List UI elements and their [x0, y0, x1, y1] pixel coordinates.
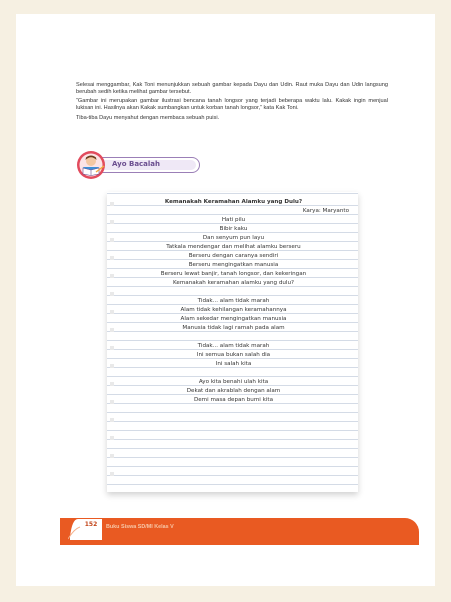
intro-paragraph: Tiba-tiba Dayu menyahut dengan membaca s… — [76, 114, 220, 121]
stanza-break — [117, 369, 350, 378]
poem-line: Manusia tidak lagi ramah pada alam — [182, 325, 285, 331]
poem-content: Kemanakah Keramahan Alamku yang Dulu? Ka… — [117, 198, 350, 405]
binder-holes — [110, 202, 114, 482]
badge-label: Ayo Bacalah — [112, 160, 161, 168]
poem-line: Berseru lewat banjir, tanah longsor, dan… — [160, 271, 307, 277]
poem-line: Ini salah kita — [215, 361, 252, 367]
section-badge: Ayo Bacalah — [76, 150, 206, 184]
footer-book-title: Buku Siswa SD/MI Kelas V — [106, 524, 174, 530]
poem-author: Karya: Maryanto — [302, 208, 349, 214]
stanza-break — [117, 333, 350, 342]
poem-line: Berseru dengan caranya sendiri — [188, 253, 279, 259]
stanza-break — [117, 288, 350, 297]
poem-line: Hati pilu — [221, 217, 246, 223]
poem-line: Dekat dan akrablah dengan alam — [186, 388, 281, 394]
poem-line: Alam tidak kehilangan keramahannya — [180, 307, 287, 313]
child-reading-book-icon — [77, 151, 105, 179]
footer-bar — [60, 518, 419, 545]
poem-line: Berseru mengingatkan manusia — [188, 262, 279, 268]
poem-line: Bibir kaku — [219, 226, 248, 232]
poem-line: Alam sekedar mengingatkan manusia — [180, 316, 287, 322]
poem-card: Kemanakah Keramahan Alamku yang Dulu? Ka… — [107, 192, 358, 492]
intro-text: Selesai menggambar, Kak Toni menunjukkan… — [76, 82, 388, 124]
poem-line: Tatkala mendengar dan melihat alamku ber… — [166, 244, 301, 250]
poem-line: Dan senyum pun layu — [202, 235, 265, 241]
poem-line: Tidak... alam tidak marah — [197, 343, 270, 349]
intro-paragraph: Selesai menggambar, Kak Toni menunjukkan… — [76, 82, 388, 96]
poem-lines: Hati pilu Bibir kaku Dan senyum pun layu Ta… — [117, 216, 350, 405]
poem-line: Kemanakah keramahan alamku yang dulu? — [173, 280, 294, 286]
poem-line: Demi masa depan bumi kita — [193, 397, 274, 403]
poem-line: Ini semua bukan salah dia — [196, 352, 271, 358]
page-number: 152 — [84, 521, 98, 528]
poem-line: Ayo kita benahi ulah kita — [198, 379, 269, 385]
poem-line: Tidak... alam tidak marah — [197, 298, 270, 304]
intro-paragraph: “Gambar ini merupakan gambar ilustrasi b… — [76, 98, 388, 112]
poem-title: Kemanakah Keramahan Alamku yang Dulu? — [164, 199, 303, 205]
